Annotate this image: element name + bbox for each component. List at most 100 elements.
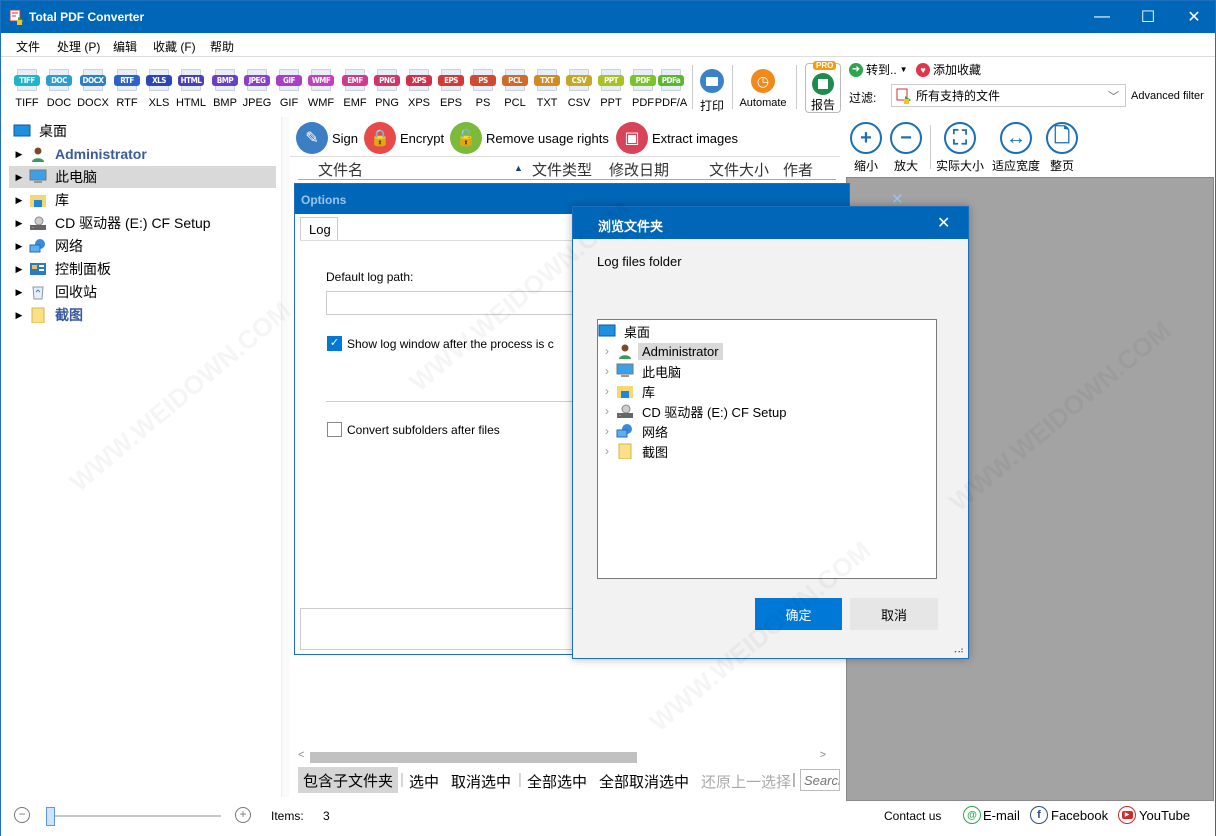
select-all-button[interactable]: 全部选中: [527, 771, 587, 792]
report-button[interactable]: PRO 报告: [805, 61, 841, 113]
goto-label: 转到..: [866, 63, 897, 77]
scrollbar-thumb[interactable]: [310, 752, 637, 763]
action-remove-usage-rights[interactable]: 🔓 Remove usage rights: [450, 122, 609, 154]
chevron-right-icon[interactable]: ›: [598, 364, 616, 378]
deselect-button[interactable]: 取消选中: [451, 771, 511, 792]
column-size[interactable]: 文件大小: [709, 159, 769, 180]
expand-arrow-icon[interactable]: ▶: [9, 287, 29, 298]
tree-item[interactable]: ▶ 库: [9, 189, 276, 211]
expand-arrow-icon[interactable]: ▶: [9, 264, 29, 275]
filter-select[interactable]: 所有支持的文件 ﹀: [891, 84, 1126, 107]
deselect-all-button[interactable]: 全部取消选中: [599, 771, 689, 792]
expand-arrow-icon[interactable]: ▶: [9, 241, 29, 252]
expand-arrow-icon[interactable]: ▶: [9, 149, 29, 160]
tree-item[interactable]: ▶ Administrator: [9, 143, 276, 165]
browse-tree-item[interactable]: › 库: [598, 381, 659, 401]
thumbnail-size-slider[interactable]: [51, 815, 221, 817]
preview-tool-fit-width[interactable]: ↔ 适应宽度: [992, 122, 1040, 174]
tab-log[interactable]: Log: [300, 217, 338, 241]
action-sign[interactable]: ✎ Sign: [296, 122, 358, 154]
txt-file-icon: TXT: [534, 69, 560, 91]
menu-edit[interactable]: 编辑: [113, 38, 137, 55]
advanced-filter-link[interactable]: Advanced filter: [1131, 90, 1204, 102]
emf-file-icon: EMF: [342, 69, 368, 91]
expand-arrow-icon[interactable]: ▶: [9, 218, 29, 229]
chevron-right-icon[interactable]: ›: [598, 404, 616, 418]
goto-button[interactable]: ➜ 转到.. ▼: [849, 61, 908, 78]
search-input[interactable]: [800, 769, 840, 791]
preview-tool-zoom-in[interactable]: + 缩小: [850, 122, 882, 174]
slider-thumb[interactable]: [46, 807, 55, 826]
ok-button[interactable]: 确定: [755, 598, 842, 630]
separator: [930, 125, 931, 169]
add-favorite-button[interactable]: ♥ 添加收藏: [916, 61, 981, 78]
action-extract-images[interactable]: ▣ Extract images: [616, 122, 738, 154]
chevron-right-icon[interactable]: ›: [598, 344, 616, 358]
tree-item[interactable]: ▶ 回收站: [9, 281, 276, 303]
preview-tool-zoom-out[interactable]: − 放大: [890, 122, 922, 174]
minimize-button[interactable]: —: [1079, 1, 1125, 33]
tree-item[interactable]: 桌面: [9, 120, 276, 142]
default-log-path-input[interactable]: [326, 291, 586, 315]
cancel-button[interactable]: 取消: [850, 598, 938, 630]
menu-file[interactable]: 文件: [16, 38, 40, 55]
preview-tool-full-page[interactable]: 🗋 整页: [1046, 122, 1078, 174]
chevron-right-icon[interactable]: ›: [598, 444, 616, 458]
format-button-pdf-a[interactable]: PDFa PDF/A: [655, 69, 687, 109]
restore-selection-button[interactable]: 还原上一选择: [701, 771, 791, 792]
browse-tree-item[interactable]: › 此电脑: [598, 361, 685, 381]
separator: |: [400, 771, 404, 788]
thumbnail-zoom-in-icon[interactable]: +: [235, 807, 251, 823]
tree-item[interactable]: ▶ 截图: [9, 304, 276, 326]
resize-grip-icon[interactable]: ⠠⠴: [951, 645, 964, 656]
expand-arrow-icon[interactable]: ▶: [9, 195, 29, 206]
browse-tree-item[interactable]: › CD 驱动器 (E:) CF Setup: [598, 401, 790, 421]
browse-tree-item[interactable]: › 截图: [598, 441, 672, 461]
print-button[interactable]: 打印: [697, 69, 727, 114]
tiff-file-icon: TIFF: [14, 69, 40, 91]
scroll-right-icon[interactable]: >: [820, 749, 826, 761]
tree-item[interactable]: ▶ CD 驱动器 (E:) CF Setup: [9, 212, 276, 234]
browse-tree-item[interactable]: › 网络: [598, 421, 672, 441]
chevron-right-icon[interactable]: ›: [598, 424, 616, 438]
chevron-right-icon[interactable]: ›: [598, 384, 616, 398]
facebook-link[interactable]: f Facebook: [1030, 806, 1108, 824]
folder-icon: [616, 443, 634, 460]
column-modified[interactable]: 修改日期: [609, 159, 669, 180]
action-label: Remove usage rights: [486, 130, 609, 146]
column-filename[interactable]: 文件名: [318, 159, 363, 180]
action-encrypt[interactable]: 🔒 Encrypt: [364, 122, 444, 154]
menu-help[interactable]: 帮助: [210, 38, 234, 55]
column-filetype[interactable]: 文件类型: [532, 159, 592, 180]
close-button[interactable]: ✕: [1171, 1, 1216, 33]
youtube-link[interactable]: ▶ YouTube: [1118, 806, 1190, 824]
scroll-left-icon[interactable]: <: [298, 749, 304, 761]
thumbnail-zoom-out-icon[interactable]: −: [14, 807, 30, 823]
horizontal-scrollbar[interactable]: < >: [298, 749, 836, 765]
column-author[interactable]: 作者: [783, 159, 813, 180]
preview-tool-actual-size[interactable]: ⛶ 实际大小: [936, 122, 984, 174]
automate-button[interactable]: ◷ Automate: [737, 69, 789, 109]
convert-subfolders-checkbox[interactable]: [327, 422, 342, 437]
select-button[interactable]: 选中: [409, 771, 439, 792]
browse-tree-item[interactable]: › Administrator: [598, 341, 723, 361]
menu-favorites[interactable]: 收藏 (F): [153, 38, 196, 55]
minimize-icon: —: [1094, 8, 1110, 25]
email-link[interactable]: @ E-mail: [963, 806, 1020, 824]
main-window: Total PDF Converter — ☐ ✕ 文件 处理 (P) 编辑 收…: [0, 0, 1216, 836]
tree-item[interactable]: ▶ 控制面板: [9, 258, 276, 280]
expand-arrow-icon[interactable]: ▶: [9, 172, 29, 183]
pane-splitter[interactable]: [281, 117, 289, 797]
include-subfolders-toggle[interactable]: 包含子文件夹: [298, 767, 399, 793]
preview-tool-label: 整页: [1049, 159, 1074, 173]
doc-file-icon: DOC: [46, 69, 72, 91]
separator: |: [792, 771, 796, 788]
menu-process[interactable]: 处理 (P): [57, 38, 100, 55]
maximize-button[interactable]: ☐: [1125, 1, 1171, 33]
expand-arrow-icon[interactable]: ▶: [9, 310, 29, 321]
browse-close-icon[interactable]: ✕: [937, 213, 950, 233]
show-log-checkbox[interactable]: ✓: [327, 336, 342, 351]
browse-tree-item[interactable]: 桌面: [598, 321, 654, 341]
tree-item[interactable]: ▶ 网络: [9, 235, 276, 257]
tree-item[interactable]: ▶ 此电脑: [9, 166, 276, 188]
